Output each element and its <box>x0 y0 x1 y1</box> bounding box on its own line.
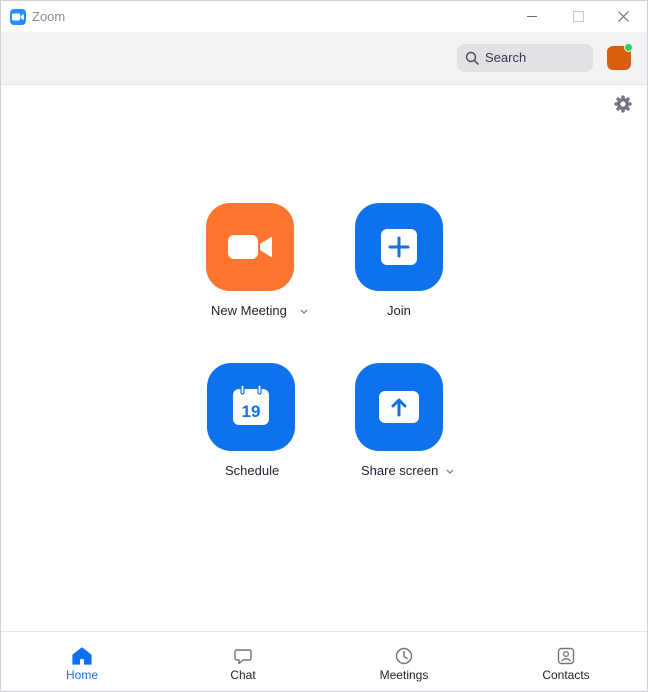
calendar-day-number: 19 <box>242 402 261 421</box>
close-button[interactable] <box>601 1 647 32</box>
tab-chat[interactable]: Chat <box>183 632 303 692</box>
top-header: Search <box>1 32 647 85</box>
zoom-window: Zoom Search New Meeting Join 19 Schedule… <box>0 0 648 692</box>
chat-icon <box>234 649 252 665</box>
zoom-logo-icon <box>10 9 26 25</box>
gear-icon <box>614 95 632 113</box>
clock-icon <box>395 647 413 665</box>
search-icon <box>465 51 479 65</box>
close-icon <box>618 11 629 22</box>
new-meeting-button[interactable] <box>206 203 294 291</box>
window-title: Zoom <box>32 9 66 24</box>
plus-icon <box>381 229 417 265</box>
tab-contacts-label: Contacts <box>542 668 590 682</box>
schedule-label: Schedule <box>225 463 280 478</box>
video-camera-icon <box>228 235 272 259</box>
search-label: Search <box>485 50 527 65</box>
chevron-down-icon[interactable] <box>300 309 308 314</box>
chevron-down-icon[interactable] <box>446 469 454 474</box>
schedule-button[interactable]: 19 <box>207 363 295 451</box>
tab-contacts[interactable]: Contacts <box>506 632 626 692</box>
tab-meetings[interactable]: Meetings <box>344 632 464 692</box>
share-arrow-icon <box>379 391 419 423</box>
contacts-icon <box>557 647 575 665</box>
tab-chat-label: Chat <box>230 668 256 682</box>
share-screen-label: Share screen <box>361 463 439 478</box>
title-bar: Zoom <box>1 1 647 32</box>
new-meeting-label: New Meeting <box>211 303 287 318</box>
settings-button[interactable] <box>613 94 633 114</box>
maximize-button[interactable] <box>555 1 601 32</box>
home-icon <box>72 647 92 665</box>
tab-meetings-label: Meetings <box>379 668 429 682</box>
calendar-icon: 19 <box>233 385 269 425</box>
join-label: Join <box>387 303 411 318</box>
tab-home-label: Home <box>65 668 98 682</box>
join-button[interactable] <box>355 203 443 291</box>
presence-status-indicator <box>624 43 633 52</box>
search-button[interactable]: Search <box>457 44 593 72</box>
tab-home[interactable]: Home <box>22 632 142 692</box>
minimize-button[interactable] <box>509 1 555 32</box>
share-screen-button[interactable] <box>355 363 443 451</box>
bottom-navigation: Home Chat Meetings Contacts <box>1 631 647 691</box>
